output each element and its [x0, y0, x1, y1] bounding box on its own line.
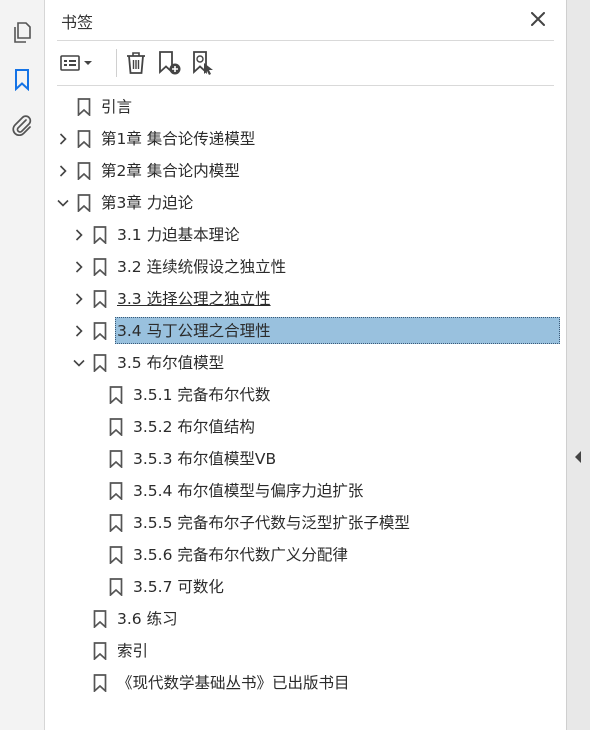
bookmark-icon [109, 578, 123, 597]
chevron-right-icon[interactable] [71, 323, 87, 339]
bookmark-label: 3.5.4 布尔值模型与偏序力迫扩张 [133, 482, 364, 500]
bookmark-item[interactable]: 3.5.5 完备布尔子代数与泛型扩张子模型 [45, 507, 566, 539]
bookmark-icon[interactable] [8, 66, 36, 94]
delete-bookmark-icon[interactable] [120, 49, 152, 77]
bookmark-label: 第2章 集合论内模型 [101, 162, 240, 180]
bookmark-icon [77, 130, 91, 149]
bookmark-item[interactable]: 3.5.3 布尔值模型VB [45, 443, 566, 475]
bookmark-icon [93, 290, 107, 309]
bookmark-label: 3.5.3 布尔值模型VB [133, 450, 277, 468]
options-menu-icon[interactable] [57, 49, 97, 77]
navigation-rail [0, 0, 45, 730]
bookmark-label: 3.6 练习 [117, 610, 178, 628]
chevron-right-icon[interactable] [55, 163, 71, 179]
new-bookmark-icon[interactable] [153, 49, 185, 77]
bookmark-label: 3.5.5 完备布尔子代数与泛型扩张子模型 [133, 514, 410, 532]
toolbar-separator [116, 49, 117, 77]
bookmark-label: 第1章 集合论传递模型 [101, 130, 256, 148]
bookmark-item[interactable]: 引言 [45, 91, 566, 123]
bookmark-label: 3.5.6 完备布尔代数广义分配律 [133, 546, 348, 564]
bookmark-item[interactable]: 3.6 练习 [45, 603, 566, 635]
bookmark-label: 3.5.2 布尔值结构 [133, 418, 255, 436]
bookmark-icon [93, 674, 107, 693]
bookmark-item[interactable]: 第2章 集合论内模型 [45, 155, 566, 187]
bookmark-icon [109, 450, 123, 469]
bookmark-icon [109, 546, 123, 565]
bookmark-icon [93, 354, 107, 373]
panel-title: 书签 [61, 13, 94, 32]
bookmark-icon [77, 98, 91, 117]
chevron-right-icon[interactable] [71, 227, 87, 243]
chevron-down-icon[interactable] [71, 355, 87, 371]
pages-icon[interactable] [8, 19, 36, 47]
panel-splitter[interactable] [566, 0, 590, 730]
bookmark-item[interactable]: 3.5.7 可数化 [45, 571, 566, 603]
bookmark-label: 索引 [117, 642, 149, 660]
bookmark-label: 第3章 力迫论 [101, 194, 194, 212]
bookmark-item[interactable]: 3.4 马丁公理之合理性 [45, 315, 566, 347]
bookmark-icon [109, 482, 123, 501]
bookmark-icon [109, 514, 123, 533]
bookmark-label: 3.5.7 可数化 [133, 578, 224, 596]
bookmark-icon [109, 386, 123, 405]
bookmark-icon [93, 226, 107, 245]
bookmark-icon [109, 418, 123, 437]
bookmark-toolbar [57, 40, 554, 86]
chevron-right-icon[interactable] [71, 259, 87, 275]
chevron-right-icon[interactable] [71, 291, 87, 307]
chevron-right-icon[interactable] [55, 131, 71, 147]
attachment-icon[interactable] [8, 111, 36, 139]
bookmark-item[interactable]: 《现代数学基础丛书》已出版书目 [45, 667, 566, 699]
bookmark-label: 3.1 力迫基本理论 [117, 226, 240, 244]
close-icon[interactable] [528, 9, 548, 29]
bookmark-label: 引言 [101, 98, 133, 116]
bookmark-icon [77, 194, 91, 213]
bookmark-item[interactable]: 3.5 布尔值模型 [45, 347, 566, 379]
bookmark-item[interactable]: 3.3 选择公理之独立性 [45, 283, 566, 315]
bookmark-item[interactable]: 第1章 集合论传递模型 [45, 123, 566, 155]
bookmark-icon [77, 162, 91, 181]
bookmark-label: 3.5.1 完备布尔代数 [133, 386, 271, 404]
bookmark-item[interactable]: 第3章 力迫论 [45, 187, 566, 219]
bookmark-label: 3.2 连续统假设之独立性 [117, 258, 287, 276]
bookmark-item[interactable]: 3.5.1 完备布尔代数 [45, 379, 566, 411]
bookmark-item[interactable]: 3.5.4 布尔值模型与偏序力迫扩张 [45, 475, 566, 507]
bookmark-label: 《现代数学基础丛书》已出版书目 [117, 674, 350, 692]
bookmark-icon [93, 258, 107, 277]
bookmark-item[interactable]: 3.2 连续统假设之独立性 [45, 251, 566, 283]
bookmark-icon [93, 322, 107, 341]
bookmark-from-selection-icon[interactable] [187, 49, 219, 77]
bookmark-item[interactable]: 索引 [45, 635, 566, 667]
bookmark-label: 3.4 马丁公理之合理性 [117, 322, 271, 340]
bookmark-item[interactable]: 3.5.6 完备布尔代数广义分配律 [45, 539, 566, 571]
bookmark-icon [93, 610, 107, 629]
bookmark-item[interactable]: 3.5.2 布尔值结构 [45, 411, 566, 443]
bookmark-label: 3.3 选择公理之独立性 [117, 290, 271, 308]
chevron-down-icon[interactable] [55, 195, 71, 211]
bookmarks-panel: 书签 引言 第1章 集合论传递模型 第2章 集合论内模型 第3章 力迫论 3.1… [45, 0, 566, 730]
panel-header: 书签 [45, 0, 566, 38]
bookmark-item[interactable]: 3.1 力迫基本理论 [45, 219, 566, 251]
bookmark-icon [93, 642, 107, 661]
bookmark-label: 3.5 布尔值模型 [117, 354, 225, 372]
collapse-panel-icon[interactable] [574, 449, 582, 468]
